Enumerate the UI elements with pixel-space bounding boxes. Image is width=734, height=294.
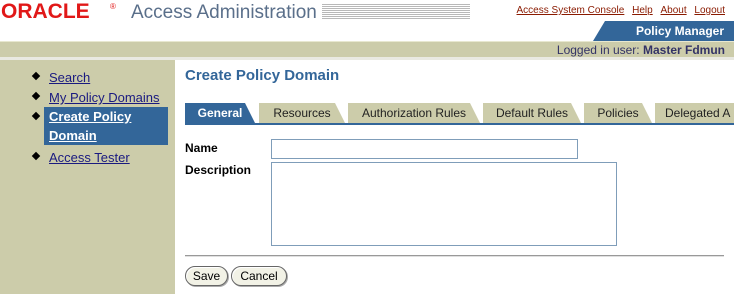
sidebar-item-label[interactable]: Search bbox=[49, 70, 90, 86]
sidebar-item-create-policy-domain[interactable]: Create Policy Domain bbox=[44, 107, 168, 145]
access-system-console-link[interactable]: Access System Console bbox=[517, 5, 625, 16]
policy-manager-tab[interactable]: Policy Manager bbox=[593, 21, 734, 41]
tab-delegated-administration[interactable]: Delegated A bbox=[655, 103, 734, 123]
tab-default-rules[interactable]: Default Rules bbox=[483, 103, 581, 123]
sidebar-item-label-line2[interactable]: Domain bbox=[49, 126, 97, 145]
tab-general[interactable]: General bbox=[185, 103, 255, 123]
logged-in-user: Master Fdmun bbox=[642, 43, 725, 57]
oracle-logo: ORACLE bbox=[1, 0, 90, 23]
form-divider bbox=[185, 255, 724, 257]
help-link[interactable]: Help bbox=[632, 5, 653, 16]
logged-in-label: Logged in user: bbox=[556, 43, 640, 57]
description-textarea[interactable] bbox=[271, 162, 617, 246]
about-link[interactable]: About bbox=[660, 5, 686, 16]
registered-mark: ® bbox=[110, 2, 116, 11]
tab-resources[interactable]: Resources bbox=[259, 103, 345, 123]
decorative-lines bbox=[322, 4, 470, 20]
cancel-button[interactable]: Cancel bbox=[231, 266, 287, 286]
tab-bar: General Resources Authorization Rules De… bbox=[185, 103, 734, 123]
sidebar-item-label[interactable]: Access Tester bbox=[49, 150, 130, 166]
save-button[interactable]: Save bbox=[185, 266, 228, 286]
page-title: Create Policy Domain bbox=[185, 67, 340, 84]
app-title: Access Administration bbox=[131, 2, 317, 23]
logout-link[interactable]: Logout bbox=[694, 5, 725, 16]
name-label: Name bbox=[185, 141, 218, 155]
tab-authorization-rules[interactable]: Authorization Rules bbox=[348, 103, 480, 123]
tab-underline bbox=[185, 123, 734, 125]
name-input[interactable] bbox=[271, 139, 578, 159]
top-links: Access System Console Help About Logout bbox=[512, 5, 725, 16]
logged-in-bar: Logged in user: Master Fdmun bbox=[0, 41, 734, 57]
app-header: ORACLE ® Access Administration Access Sy… bbox=[0, 0, 734, 42]
sidebar-item-label[interactable]: My Policy Domains bbox=[49, 90, 160, 106]
tab-policies[interactable]: Policies bbox=[584, 103, 652, 123]
description-label: Description bbox=[185, 163, 252, 177]
sidebar-item-label[interactable]: Create Policy bbox=[49, 107, 131, 126]
